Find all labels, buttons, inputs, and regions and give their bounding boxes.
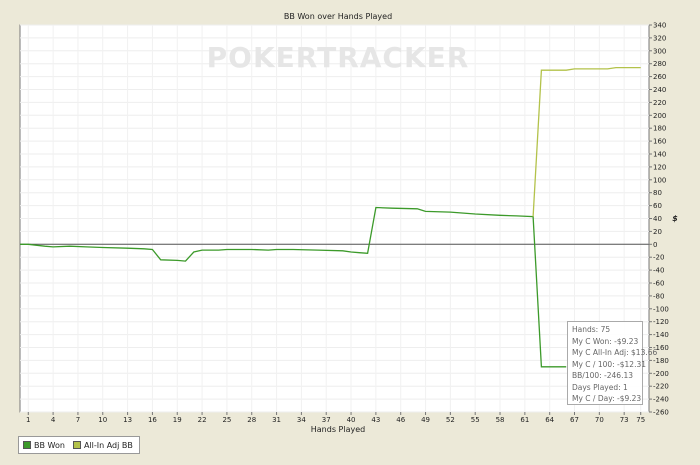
x-tick-label: 55 xyxy=(471,416,480,424)
x-tick-label: 7 xyxy=(76,416,80,424)
x-tick-label: 61 xyxy=(520,416,529,424)
y-tick-label: 40 xyxy=(653,215,662,223)
y-tick-label: 260 xyxy=(653,73,666,81)
legend-item-bb-won: BB Won xyxy=(23,441,65,450)
y-tick-label: 20 xyxy=(653,228,662,236)
y-tick-label: 0 xyxy=(653,241,657,249)
y-tick-label: 220 xyxy=(653,99,666,107)
legend-swatch-bb-won xyxy=(23,441,31,449)
y-tick-label: 160 xyxy=(653,138,666,146)
x-tick-label: 25 xyxy=(222,416,231,424)
x-tick-label: 22 xyxy=(198,416,207,424)
y-tick-label: -180 xyxy=(653,357,669,365)
y-tick-label: -100 xyxy=(653,305,669,313)
y-tick-label: 100 xyxy=(653,176,666,184)
x-tick-label: 4 xyxy=(51,416,56,424)
x-tick-label: 1 xyxy=(26,416,30,424)
chart-title: BB Won over Hands Played xyxy=(284,12,392,21)
y-tick-label: -20 xyxy=(653,254,664,262)
x-tick-label: 75 xyxy=(636,416,645,424)
y-tick-label: -60 xyxy=(653,280,664,288)
stat-my-c-won: My C Won: -$9.23 xyxy=(572,336,639,346)
x-tick-label: 31 xyxy=(272,416,281,424)
stat-days-played: Days Played: 1 xyxy=(572,382,628,392)
stat-hands: Hands: 75 xyxy=(572,325,611,334)
legend-label-bb-won: BB Won xyxy=(34,440,65,450)
legend-item-all-in-adj-bb: All-In Adj BB xyxy=(72,440,133,450)
stats-tooltip: Hands: 75 My C Won: -$9.23 My C All-In A… xyxy=(567,321,658,405)
legend-swatch-all-in-adj-bb xyxy=(72,441,81,449)
watermark: POKERTRACKER xyxy=(207,41,470,74)
x-tick-labels: 1 4 7 10 13 16 19 22 25 28 31 34 37 40 43 46 49 52 55 58 61 6… xyxy=(26,412,645,424)
y-tick-label: 180 xyxy=(653,125,666,133)
x-tick-label: 73 xyxy=(620,416,629,424)
x-tick-label: 10 xyxy=(98,416,107,424)
y-tick-label: 200 xyxy=(653,112,666,120)
stat-bb-per-100: BB/100: -246.13 xyxy=(572,371,633,380)
y-tick-label: -120 xyxy=(653,318,669,326)
stat-my-c-per-100: My C / 100: -$12.31 xyxy=(572,359,647,369)
y-tick-label: 120 xyxy=(653,163,666,171)
y-tick-label: -240 xyxy=(653,396,669,404)
y-tick-label: 140 xyxy=(653,151,666,159)
y-tick-label: -80 xyxy=(653,292,664,300)
x-tick-label: 28 xyxy=(247,416,256,424)
legend-label-all-in-adj-bb: All-In Adj BB xyxy=(83,440,133,450)
y-tick-labels: 3403203002802602402202001801601401201008… xyxy=(649,22,669,417)
y-tick-label: -140 xyxy=(653,331,669,339)
x-tick-label: 43 xyxy=(371,416,380,424)
y-tick-label: -260 xyxy=(653,409,669,417)
x-tick-label: 64 xyxy=(545,416,554,424)
x-tick-label: 52 xyxy=(446,416,455,424)
x-tick-label: 34 xyxy=(297,416,306,424)
y-tick-label: 300 xyxy=(653,47,666,55)
y-tick-label: 340 xyxy=(653,22,666,30)
x-tick-label: 58 xyxy=(496,416,505,424)
x-tick-label: 49 xyxy=(421,416,430,424)
x-tick-label: 37 xyxy=(322,416,331,424)
legend: BB Won All-In Adj BB xyxy=(18,436,140,454)
y-tick-label: 240 xyxy=(653,86,666,94)
x-tick-label: 67 xyxy=(570,416,579,424)
y-tick-label: 80 xyxy=(653,189,662,197)
x-tick-label: 16 xyxy=(148,416,157,424)
x-axis-label: Hands Played xyxy=(311,425,365,434)
y-tick-label: 60 xyxy=(653,202,662,210)
y-tick-label: -220 xyxy=(653,383,669,391)
x-tick-label: 40 xyxy=(347,416,356,424)
stat-all-in-adj: My C All-In Adj: $13.66 xyxy=(572,348,658,357)
chart-window: POKERTRACKER 340 320 300 280 260 240 220 200 180… xyxy=(0,0,700,465)
y-tick-label: 280 xyxy=(653,60,666,68)
y-tick-label: -200 xyxy=(653,370,669,378)
x-tick-label: 13 xyxy=(123,416,132,424)
y-axis-label: $ xyxy=(672,214,678,223)
x-tick-label: 19 xyxy=(173,416,182,424)
y-tick-label: -40 xyxy=(653,267,664,275)
y-tick-label: 320 xyxy=(653,34,666,42)
x-tick-label: 46 xyxy=(396,416,405,424)
stat-my-c-per-day: My C / Day: -$9.23 xyxy=(572,394,642,403)
x-tick-label: 70 xyxy=(595,416,604,424)
